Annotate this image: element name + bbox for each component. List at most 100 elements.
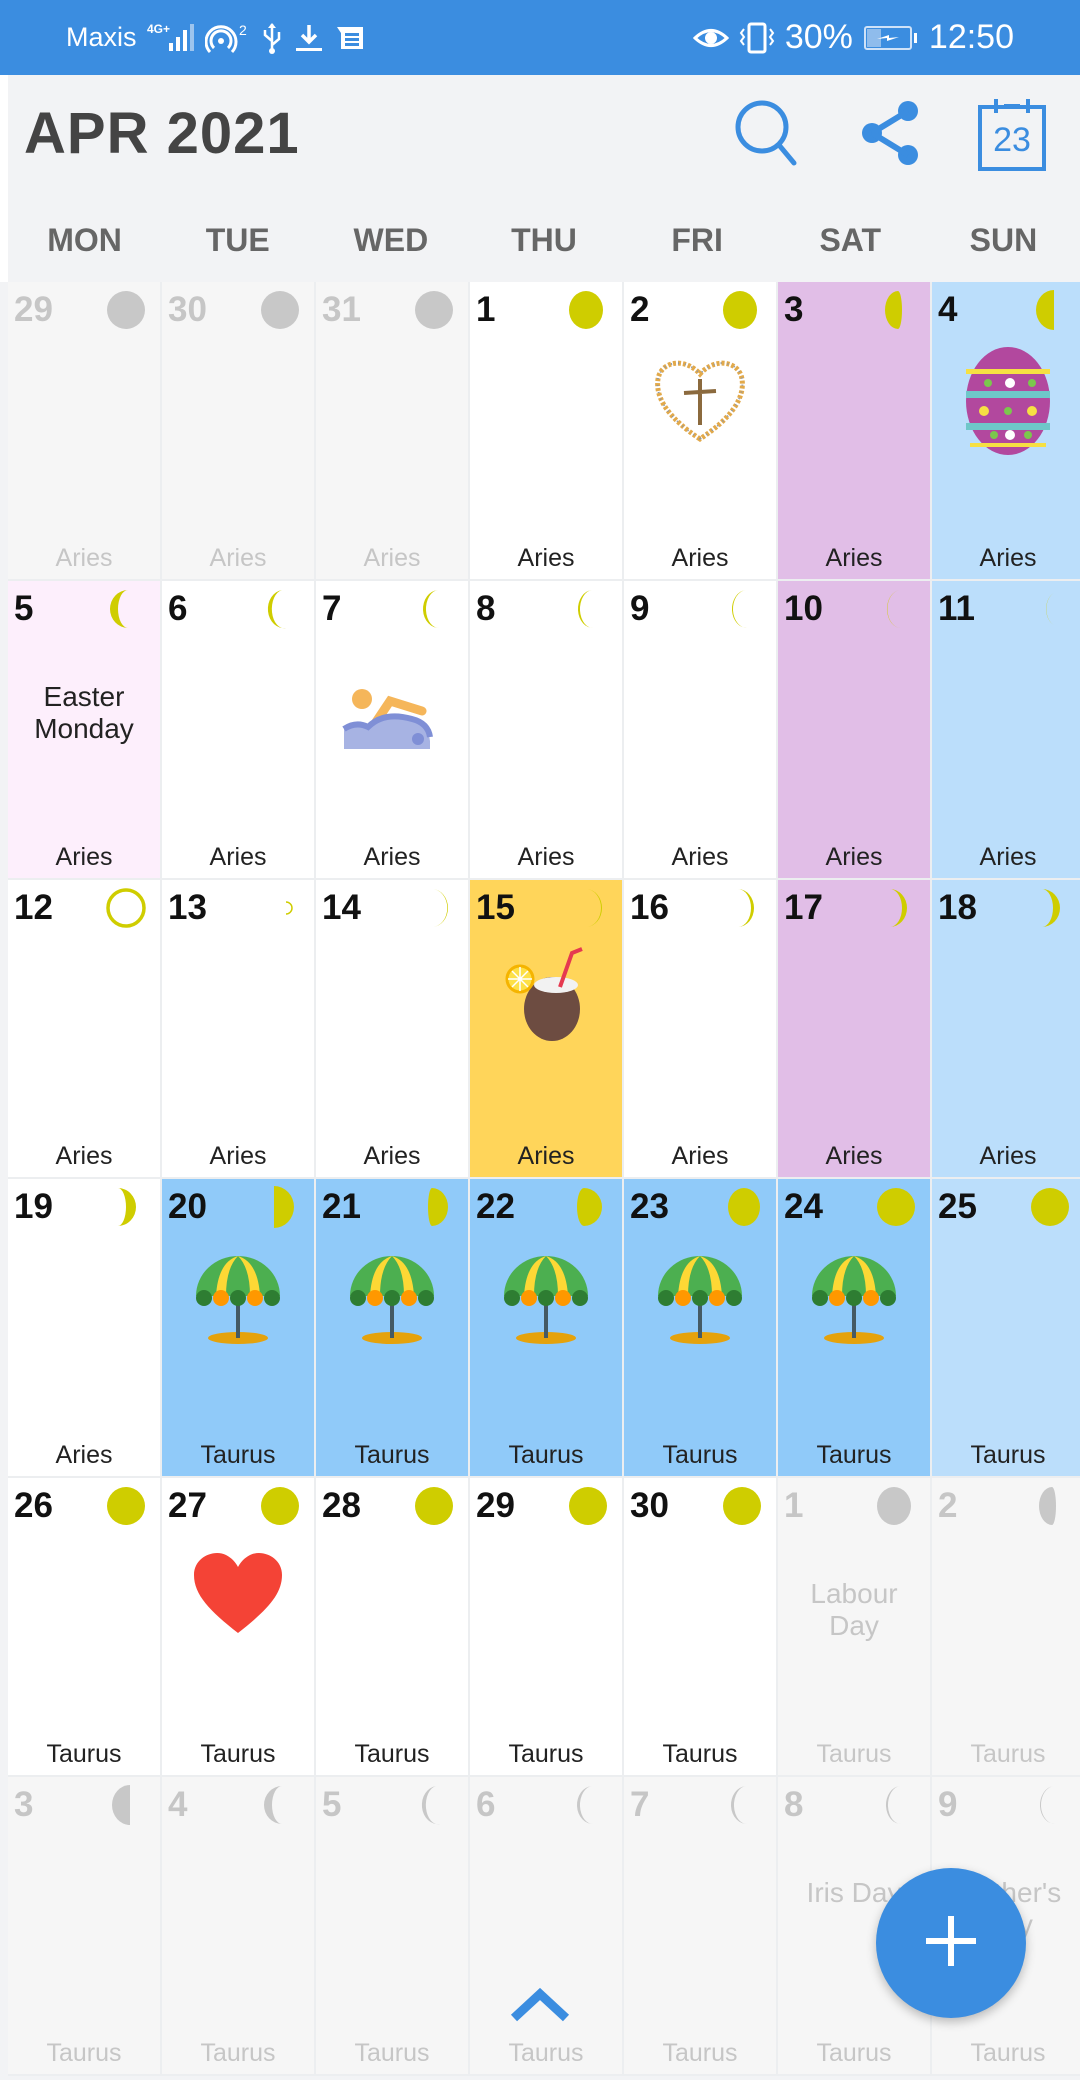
zodiac-sign: Aries — [517, 544, 575, 572]
day-cell[interactable]: 5 Taurus — [316, 1777, 468, 2074]
month-title[interactable]: APR 2021 — [24, 100, 300, 167]
day-cell[interactable]: 4 Taurus — [162, 1777, 314, 2074]
add-event-button[interactable] — [876, 1868, 1026, 2018]
day-cell[interactable]: 12 Aries — [8, 880, 160, 1177]
moon-phase-icon — [256, 1781, 304, 1829]
day-cell[interactable]: 2 Aries — [624, 282, 776, 579]
zodiac-sign: Taurus — [970, 1740, 1046, 1768]
day-cell[interactable]: 30 Aries — [162, 282, 314, 579]
day-cell[interactable]: 9 Aries — [624, 581, 776, 878]
day-cell[interactable]: 31 Aries — [316, 282, 468, 579]
day-number: 21 — [322, 1187, 361, 1226]
day-cell[interactable]: 17 Aries — [778, 880, 930, 1177]
day-number: 6 — [476, 1785, 496, 1824]
vibrate-icon — [739, 21, 775, 55]
day-cell[interactable]: 6 Aries — [162, 581, 314, 878]
day-number: 18 — [938, 888, 977, 927]
day-cell[interactable]: 27 Taurus — [162, 1478, 314, 1775]
plus-icon — [921, 1911, 981, 1976]
day-cell[interactable]: 3 Taurus — [8, 1777, 160, 2074]
day-cell[interactable]: 29 Aries — [8, 282, 160, 579]
day-cell[interactable]: 23 Taurus — [624, 1179, 776, 1476]
zodiac-sign: Aries — [55, 1142, 113, 1170]
day-cell[interactable]: 29 Taurus — [470, 1478, 622, 1775]
day-cell[interactable]: 7 Taurus — [624, 1777, 776, 2074]
zodiac-sign: Taurus — [46, 1740, 122, 1768]
moon-phase-icon — [1026, 884, 1074, 932]
day-cell[interactable]: 14 Aries — [316, 880, 468, 1177]
today-calendar-icon: 23 — [976, 97, 1048, 173]
moon-phase-icon — [410, 1183, 458, 1231]
day-number: 15 — [476, 888, 515, 927]
moon-phase-icon — [872, 884, 920, 932]
zodiac-sign: Taurus — [970, 1441, 1046, 1469]
today-button[interactable]: 23 — [972, 95, 1052, 175]
day-cell[interactable]: 22 Taurus — [470, 1179, 622, 1476]
weekday-label: SAT — [819, 222, 882, 258]
moon-phase-icon — [718, 884, 766, 932]
coconut-drink-icon — [491, 942, 601, 1052]
beach-umbrella-icon — [491, 1245, 601, 1355]
search-button[interactable] — [728, 95, 808, 175]
day-cell[interactable]: 13 Aries — [162, 880, 314, 1177]
day-cell[interactable]: 16 Aries — [624, 880, 776, 1177]
day-cell[interactable]: 7 Aries — [316, 581, 468, 878]
moon-phase-icon — [256, 1482, 304, 1530]
moon-phase-icon — [410, 1781, 458, 1829]
status-right: 30% 12:50 — [692, 0, 1014, 75]
heart-cross-icon — [645, 344, 755, 454]
day-cell[interactable]: 30 Taurus — [624, 1478, 776, 1775]
day-number: 2 — [630, 290, 650, 329]
moon-phase-icon — [1026, 585, 1074, 633]
weekday-label: WED — [353, 222, 429, 258]
day-cell[interactable]: 5 Easter Monday Aries — [8, 581, 160, 878]
search-icon — [732, 97, 804, 174]
share-button[interactable] — [852, 95, 932, 175]
day-cell[interactable]: 21 Taurus — [316, 1179, 468, 1476]
day-number: 23 — [630, 1187, 669, 1226]
moon-phase-icon — [1026, 1482, 1074, 1530]
zodiac-sign: Taurus — [508, 2039, 584, 2067]
zodiac-sign: Taurus — [354, 1441, 430, 1469]
day-cell[interactable]: 24 Taurus — [778, 1179, 930, 1476]
zodiac-sign: Taurus — [508, 1441, 584, 1469]
day-number: 16 — [630, 888, 669, 927]
zodiac-sign: Aries — [363, 544, 421, 572]
day-cell[interactable]: 1 Aries — [470, 282, 622, 579]
moon-phase-icon — [872, 1482, 920, 1530]
day-number: 7 — [322, 589, 342, 628]
moon-phase-icon — [872, 1781, 920, 1829]
moon-phase-icon — [1026, 286, 1074, 334]
day-number: 30 — [168, 290, 207, 329]
day-number: 2 — [938, 1486, 958, 1525]
day-cell[interactable]: 2 Taurus — [932, 1478, 1080, 1775]
day-cell[interactable]: 19 Aries — [8, 1179, 160, 1476]
zodiac-sign: Taurus — [354, 2039, 430, 2067]
clock: 12:50 — [928, 18, 1014, 56]
day-cell[interactable]: 8 Aries — [470, 581, 622, 878]
day-cell[interactable]: 18 Aries — [932, 880, 1080, 1177]
day-cell[interactable]: 28 Taurus — [316, 1478, 468, 1775]
day-cell[interactable]: 20 Taurus — [162, 1179, 314, 1476]
zodiac-sign: Taurus — [816, 2039, 892, 2067]
beach-umbrella-icon — [645, 1245, 755, 1355]
day-number: 8 — [784, 1785, 804, 1824]
moon-phase-icon — [102, 1781, 150, 1829]
day-cell[interactable]: 25 Taurus — [932, 1179, 1080, 1476]
day-cell[interactable]: 15 Aries — [470, 880, 622, 1177]
day-number: 25 — [938, 1187, 977, 1226]
hotspot-icon: 2 — [204, 21, 251, 55]
day-cell[interactable]: 4 Aries — [932, 282, 1080, 579]
day-cell[interactable]: 26 Taurus — [8, 1478, 160, 1775]
day-number: 30 — [630, 1486, 669, 1525]
day-cell[interactable]: 10 Aries — [778, 581, 930, 878]
day-cell[interactable]: 11 Aries — [932, 581, 1080, 878]
zodiac-sign: Aries — [209, 544, 267, 572]
moon-phase-icon — [410, 585, 458, 633]
moon-phase-icon — [1026, 1183, 1074, 1231]
day-cell[interactable]: 3 Aries — [778, 282, 930, 579]
scroll-up-button[interactable] — [500, 1980, 580, 2030]
zodiac-sign: Aries — [979, 544, 1037, 572]
day-cell[interactable]: 1 Labour Day Taurus — [778, 1478, 930, 1775]
battery-percent: 30% — [784, 18, 853, 56]
